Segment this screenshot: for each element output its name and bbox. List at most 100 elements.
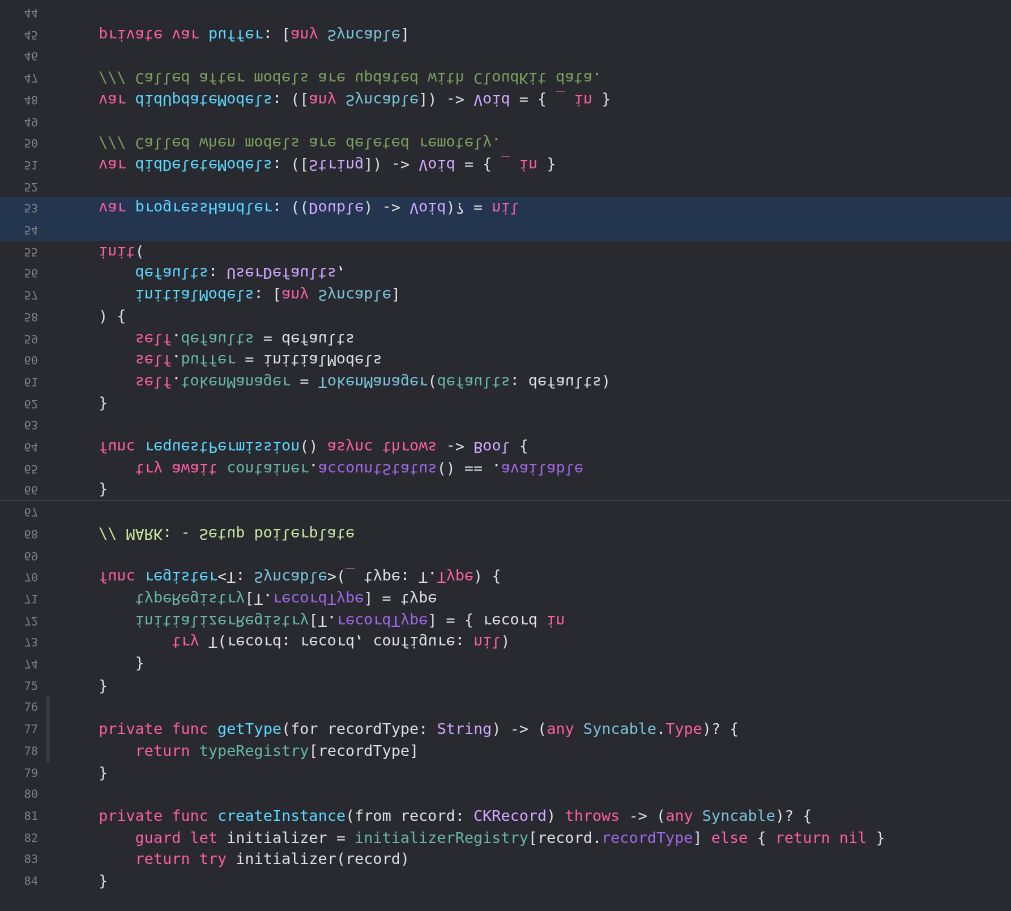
line-number: 70 xyxy=(24,570,38,585)
code-token: ) xyxy=(500,633,511,652)
code-token: register xyxy=(144,568,218,587)
code-token: Void xyxy=(409,199,447,218)
code-fold-ribbon[interactable] xyxy=(46,718,50,741)
code-fold-ribbon[interactable] xyxy=(46,696,50,719)
code-area[interactable]: 44 45 private var buffer: [any Syncable] 4… xyxy=(0,0,1011,911)
code-token: recordType xyxy=(601,828,693,847)
code-line[interactable]: 73 try T(record: record, configure: nil) xyxy=(0,631,1011,653)
code-line[interactable]: 77 private func getType(for recordType: … xyxy=(0,718,1011,740)
code-token: defaults xyxy=(180,329,255,348)
code-line[interactable]: 44 xyxy=(0,2,1011,24)
code-token: } xyxy=(62,872,108,890)
code-line[interactable]: 58 ) { xyxy=(0,306,1011,328)
code-line[interactable]: 52 xyxy=(0,176,1011,198)
code-token: any xyxy=(281,286,309,305)
line-number: 74 xyxy=(24,657,38,671)
code-line[interactable]: 46 xyxy=(0,45,1011,67)
code-line[interactable]: 81 private func createInstance(from reco… xyxy=(0,805,1011,827)
code-text: // MARK: - Setup boilerplate xyxy=(62,523,355,545)
code-fold-ribbon[interactable] xyxy=(46,739,50,762)
code-line[interactable]: 65 try await container.accountStatus() =… xyxy=(0,458,1011,480)
code-token: CKRecord xyxy=(473,806,547,825)
code-text: return typeRegistry[recordType] xyxy=(62,740,419,762)
code-line[interactable]: 79 } xyxy=(0,762,1011,784)
code-line[interactable]: 67 xyxy=(0,501,1011,523)
code-line[interactable]: 78 return typeRegistry[recordType] xyxy=(0,740,1011,762)
code-token: ) -> xyxy=(363,199,410,218)
code-text: return try initializer(record) xyxy=(62,848,409,870)
code-line[interactable]: 66 } xyxy=(0,479,1011,501)
code-token: [T. xyxy=(308,611,337,630)
line-number: 58 xyxy=(24,309,38,324)
code-token: throws xyxy=(382,438,437,456)
code-token: >( xyxy=(327,568,346,587)
line-number: 83 xyxy=(24,852,38,867)
code-token: )? { xyxy=(702,720,739,739)
code-line[interactable]: 49 xyxy=(0,111,1011,133)
code-line[interactable]: 50 /// Called when models are deleted re… xyxy=(0,132,1011,154)
code-token: tokenManager xyxy=(180,372,291,391)
code-token: func xyxy=(171,806,209,825)
code-line[interactable]: 69 xyxy=(0,545,1011,567)
code-line[interactable]: 70 func register<T: Syncable>(_ type: T.… xyxy=(0,566,1011,588)
code-line[interactable]: 54 xyxy=(0,219,1011,241)
code-line[interactable]: 56 defaults: UserDefaults, xyxy=(0,262,1011,284)
line-number: 81 xyxy=(24,808,38,823)
code-token: buffer xyxy=(180,351,236,370)
code-line[interactable]: 61 self.tokenManager = TokenManager(defa… xyxy=(0,371,1011,393)
code-line[interactable]: 71 typeRegistry[T.recordType] = type xyxy=(0,588,1011,610)
line-number: 66 xyxy=(24,483,38,498)
code-line[interactable]: 80 xyxy=(0,783,1011,805)
code-token: : ([ xyxy=(272,155,309,174)
code-line[interactable]: 57 initialModels: [any Syncable] xyxy=(0,284,1011,306)
code-line[interactable]: 48 var didUpdateModels: ([any Syncable])… xyxy=(0,89,1011,111)
code-line[interactable]: 76 xyxy=(0,696,1011,718)
code-line[interactable]: 59 self.defaults = defaults xyxy=(0,328,1011,350)
code-token: type: T. xyxy=(354,568,437,587)
code-line[interactable]: 55 init( xyxy=(0,241,1011,263)
code-line[interactable]: 82 guard let initializer = initializerRe… xyxy=(0,827,1011,849)
code-line[interactable]: 75 } xyxy=(0,675,1011,697)
line-number: 73 xyxy=(24,635,38,650)
code-token: in xyxy=(574,90,593,109)
code-line[interactable]: 51 var didDeleteModels: ([String]) -> Vo… xyxy=(0,154,1011,176)
code-line[interactable]: 83 return try initializer(record) xyxy=(0,848,1011,870)
code-line[interactable]: 45 private var buffer: [any Syncable] xyxy=(0,24,1011,46)
code-editor[interactable]: 44 45 private var buffer: [any Syncable] 4… xyxy=(0,0,1011,911)
code-line[interactable]: 72 initializerRegistry[T.recordType] = {… xyxy=(0,610,1011,632)
code-token: , xyxy=(336,264,346,283)
code-line[interactable]: 47 /// Called after models are updated w… xyxy=(0,67,1011,89)
code-line[interactable]: 53 var progressHandler: ((Double) -> Voi… xyxy=(0,197,1011,219)
code-token: initialModels xyxy=(135,286,255,305)
code-token: -> xyxy=(436,438,474,456)
code-line[interactable]: 62 } xyxy=(0,393,1011,415)
code-text: } xyxy=(62,653,144,675)
code-token: ]) -> xyxy=(418,90,474,109)
code-line[interactable]: 60 self.buffer = initialModels xyxy=(0,349,1011,371)
code-token: ] xyxy=(400,25,410,44)
code-line[interactable]: 68 // MARK: - Setup boilerplate xyxy=(0,523,1011,545)
code-token: ] = { record xyxy=(427,611,547,630)
line-number: 49 xyxy=(24,114,38,129)
code-line[interactable]: 64 func requestPermission() async throws… xyxy=(0,436,1011,458)
code-token: private xyxy=(98,25,163,44)
code-line[interactable]: 74 } xyxy=(0,653,1011,675)
code-line[interactable]: 84 } xyxy=(0,870,1011,892)
code-token: func xyxy=(98,438,136,456)
code-token: typeRegistry xyxy=(199,741,309,760)
code-token: ] = type xyxy=(363,589,437,608)
code-text: private func getType(for recordType: Str… xyxy=(62,718,739,740)
code-line[interactable]: 63 xyxy=(0,414,1011,436)
code-token: Type xyxy=(665,720,703,739)
line-number: 82 xyxy=(24,830,38,845)
